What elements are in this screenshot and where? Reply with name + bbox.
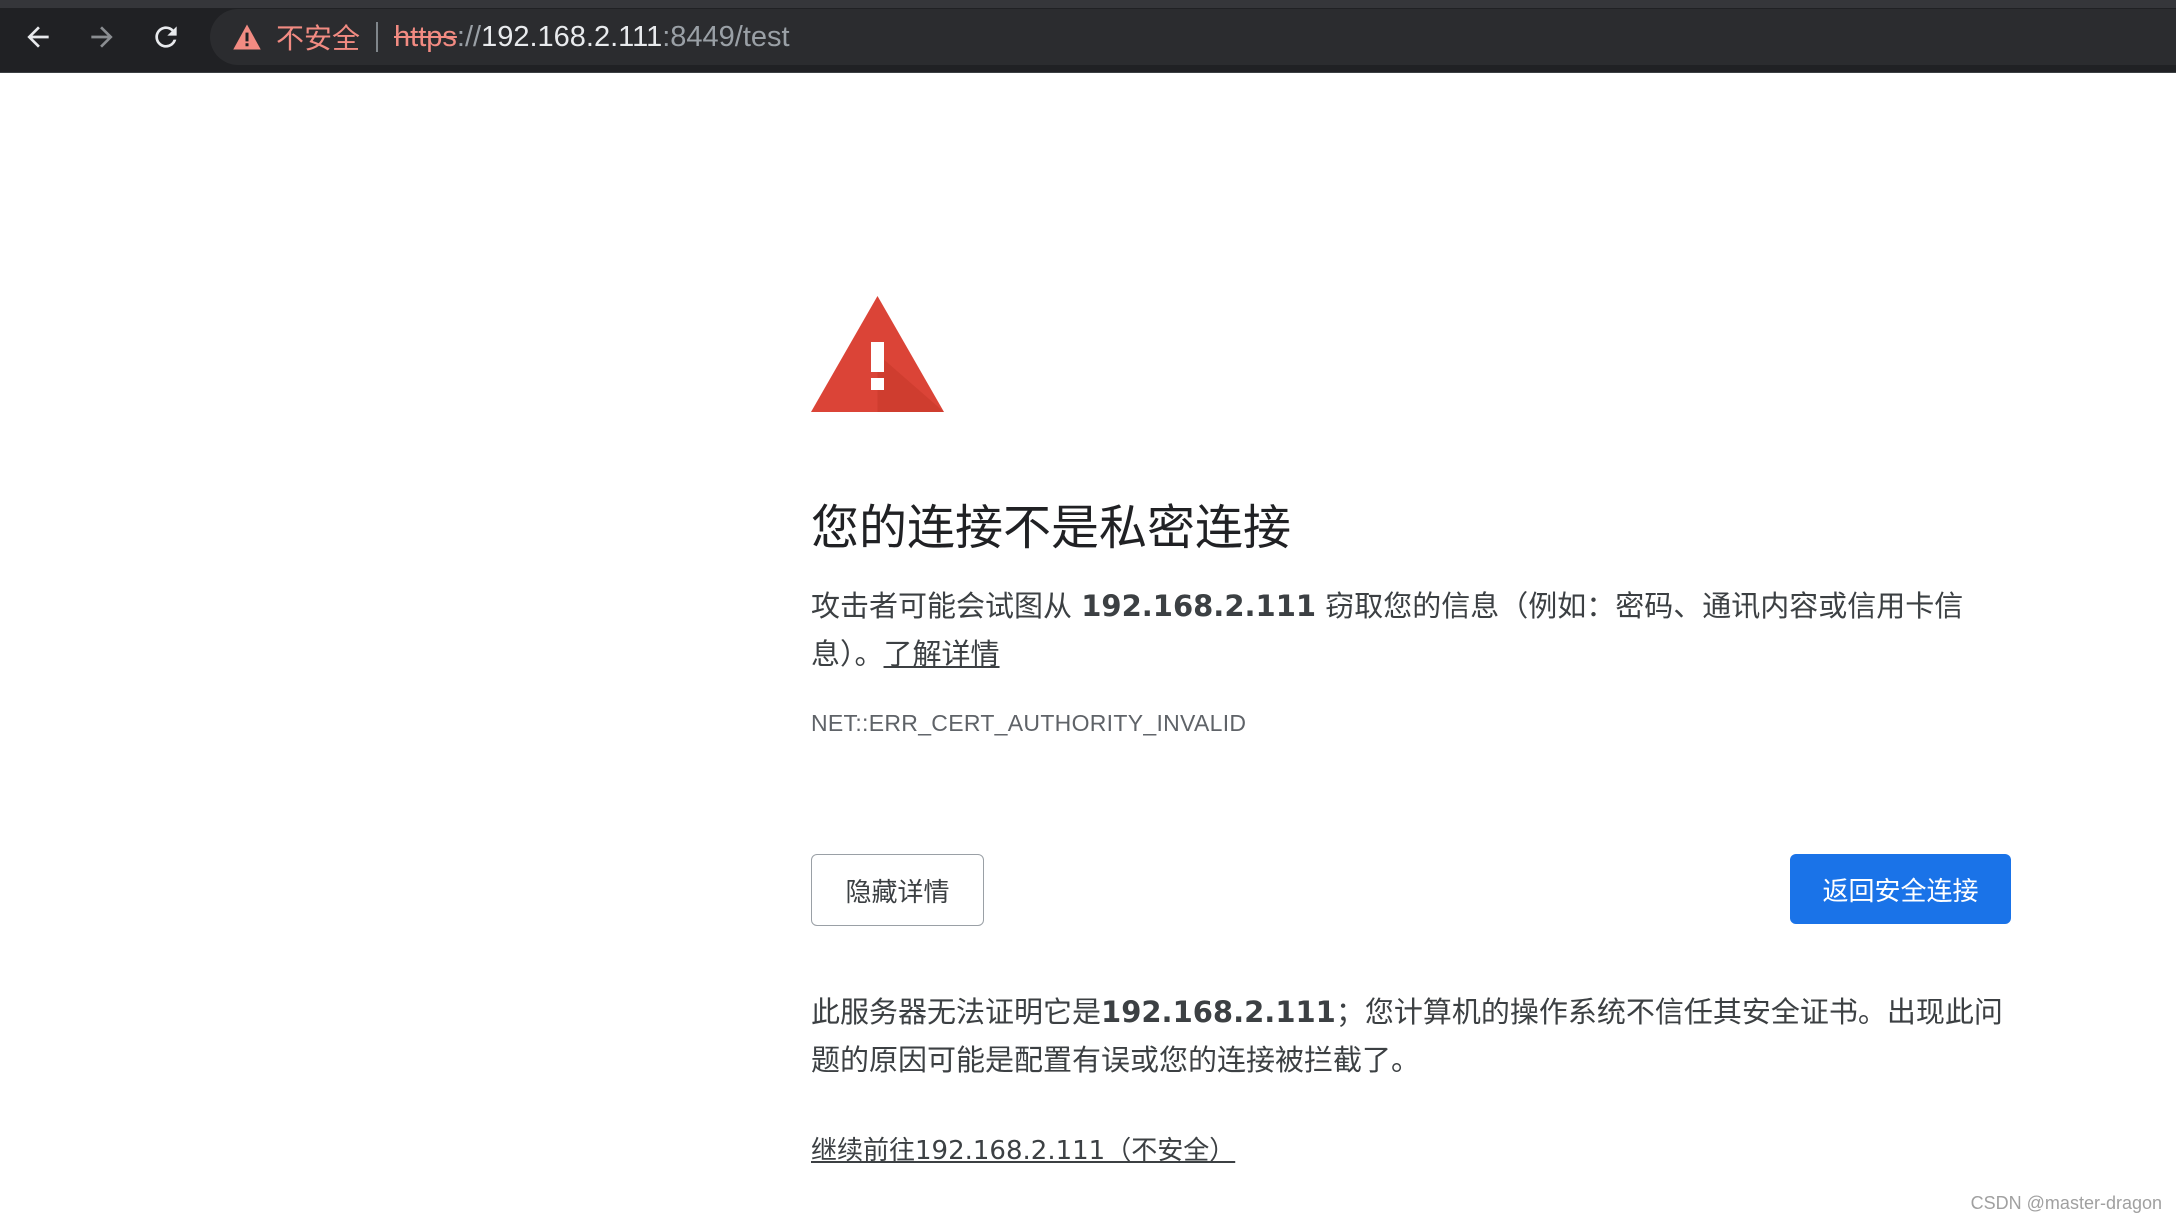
error-description: 攻击者可能会试图从 192.168.2.111 窃取您的信息（例如：密码、通讯内… bbox=[811, 582, 1991, 678]
toolbar-top-strip bbox=[0, 0, 2176, 8]
learn-more-link[interactable]: 了解详情 bbox=[884, 637, 1000, 671]
details-text: 此服务器无法证明它是192.168.2.111；您计算机的操作系统不信任其安全证… bbox=[811, 988, 2011, 1084]
description-host: 192.168.2.111 bbox=[1081, 589, 1317, 623]
forward-arrow-icon bbox=[91, 26, 113, 48]
warning-triangle-icon[interactable] bbox=[232, 23, 262, 51]
back-to-safety-button[interactable]: 返回安全连接 bbox=[1790, 854, 2011, 924]
address-divider bbox=[376, 22, 379, 52]
url-host: 192.168.2.111 bbox=[481, 20, 663, 53]
back-arrow-icon bbox=[27, 26, 49, 48]
hide-details-button[interactable]: 隐藏详情 bbox=[811, 854, 984, 926]
url-path: :8449/test bbox=[662, 20, 790, 53]
url-slashes: :// bbox=[456, 20, 482, 53]
browser-toolbar: 不安全 https://192.168.2.111:8449/test bbox=[0, 0, 2176, 73]
proceed-unsafe-link[interactable]: 继续前往192.168.2.111（不安全） bbox=[811, 1130, 1235, 1167]
back-button[interactable] bbox=[17, 16, 59, 58]
details-host: 192.168.2.111 bbox=[1101, 995, 1336, 1029]
watermark: CSDN @master-dragon bbox=[1970, 1193, 2162, 1213]
address-bar[interactable]: 不安全 https://192.168.2.111:8449/test bbox=[210, 9, 2176, 65]
warning-triangle-icon bbox=[811, 296, 944, 412]
reload-icon bbox=[155, 26, 177, 48]
reload-button[interactable] bbox=[145, 16, 187, 58]
url-scheme: https bbox=[394, 20, 457, 53]
details-text-1: 此服务器无法证明它是 bbox=[811, 995, 1102, 1029]
page-title: 您的连接不是私密连接 bbox=[811, 500, 1292, 556]
forward-button[interactable] bbox=[81, 16, 123, 58]
description-text-1: 攻击者可能会试图从 bbox=[811, 589, 1082, 623]
security-status-label[interactable]: 不安全 bbox=[276, 17, 360, 57]
error-code: NET::ERR_CERT_AUTHORITY_INVALID bbox=[811, 710, 1247, 736]
